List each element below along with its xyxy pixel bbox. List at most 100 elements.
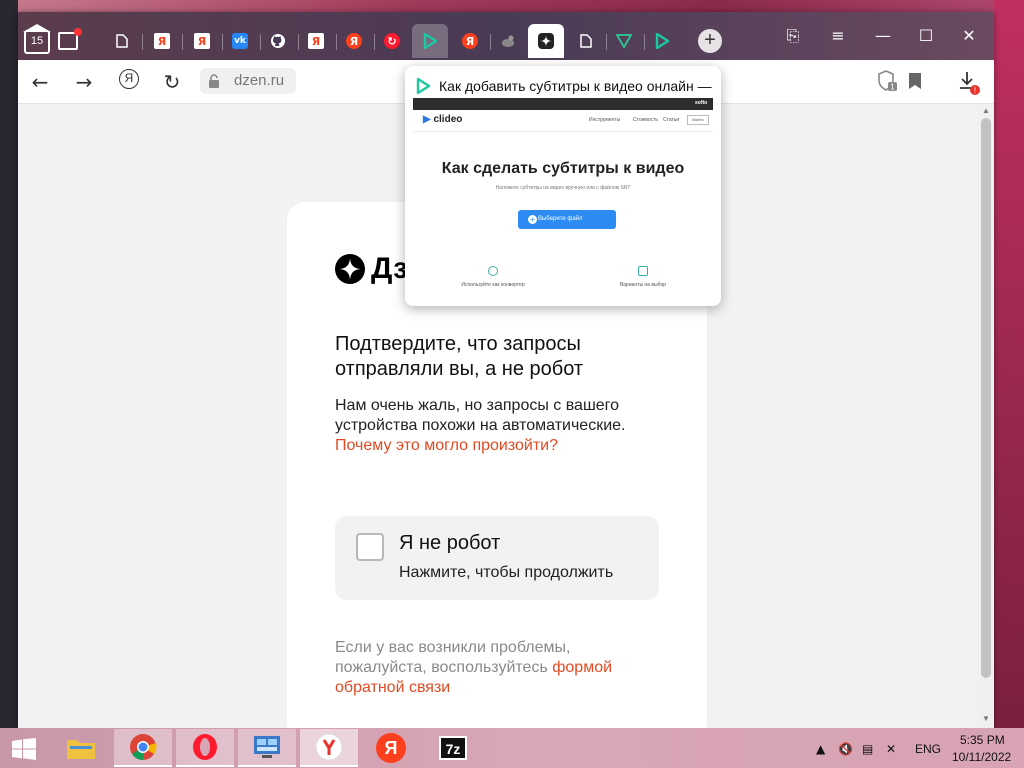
download-icon[interactable]: !: [958, 70, 980, 96]
browser-window: 15 Я Я vk Я Я ↻ Я + ⎘ ≡ — ☐ ✕ ← → Я ↻ dz…: [18, 12, 994, 728]
lock-icon: [209, 74, 219, 88]
close-button[interactable]: ✕: [949, 22, 989, 50]
tab-dzen-active[interactable]: [528, 24, 564, 58]
tab-github[interactable]: [260, 24, 296, 58]
clock-date[interactable]: 10/11/2022: [952, 750, 1011, 764]
preview-thumbnail: softo ▶ clideo Инструменты Стоимость Ста…: [413, 98, 713, 298]
download-badge: !: [974, 86, 976, 95]
language-indicator[interactable]: ENG: [915, 742, 941, 756]
support-text: Если у вас возникли проблемы, пожалуйста…: [335, 638, 635, 698]
play-icon: [422, 33, 438, 49]
yandex-icon: Я: [462, 33, 478, 49]
svg-text:1: 1: [890, 83, 895, 92]
github-icon: [270, 33, 286, 49]
tab-clideo[interactable]: [644, 24, 680, 58]
clock-time[interactable]: 5:35 PM: [960, 733, 1005, 747]
network-icon[interactable]: ▤: [862, 742, 873, 756]
tab-document-2[interactable]: [568, 24, 604, 58]
yandex-browser-icon: [315, 733, 343, 761]
thumbnail-feature-right: Варианты на выбор: [588, 266, 698, 288]
yandex-icon: Я: [346, 33, 362, 49]
yandex-icon: Я: [194, 33, 210, 49]
scroll-thumb[interactable]: [981, 118, 991, 678]
notification-alert-icon[interactable]: ✕: [886, 742, 896, 756]
thumbnail-choose-file-button: + Выберите файл: [518, 210, 616, 229]
tab-vk[interactable]: vk: [222, 24, 258, 58]
protect-shield-icon[interactable]: 1: [878, 70, 898, 92]
taskbar: Я 7z ▲ 🔇 ▤ ✕ ENG 5:35 PM 10/11/2022: [0, 728, 1024, 768]
page-title: Подтвердите, что запросы отправляли вы, …: [335, 333, 584, 380]
v-icon: [616, 33, 632, 49]
support-body: Если у вас возникли проблемы, пожалуйста…: [335, 639, 571, 676]
notification-dot: [74, 28, 82, 36]
thumbnail-headline: Как сделать субтитры к видео: [441, 160, 685, 177]
maximize-button[interactable]: ☐: [906, 22, 946, 50]
address-text: dzen.ru: [234, 72, 285, 89]
star-icon: [538, 33, 554, 49]
page-scrollbar[interactable]: ▲ ▼: [978, 104, 994, 728]
tab-preview-popup[interactable]: Как добавить субтитры к видео онлайн — C…: [405, 66, 721, 306]
explanation-body: Нам очень жаль, но запросы с вашего устр…: [335, 397, 626, 434]
scroll-down-arrow[interactable]: ▼: [981, 714, 991, 724]
minimize-button[interactable]: —: [863, 22, 903, 50]
explanation-text: Нам очень жаль, но запросы с вашего устр…: [335, 396, 635, 456]
thumbnail-topbar: softo: [413, 98, 713, 110]
taskbar-file-explorer[interactable]: [52, 729, 110, 767]
tray-expand-icon[interactable]: ▲: [816, 742, 825, 756]
windows-start-icon[interactable]: [10, 738, 38, 760]
reload-button[interactable]: ↻: [158, 68, 186, 96]
forward-button[interactable]: →: [70, 68, 98, 96]
taskbar-opera[interactable]: [176, 729, 234, 767]
taskbar-7zip[interactable]: 7z: [424, 729, 482, 767]
tab-clideo-hover[interactable]: [412, 24, 448, 58]
play-icon: [654, 33, 670, 49]
yandex-icon: Я: [376, 733, 406, 763]
preview-title: Как добавить субтитры к видео онлайн — C…: [439, 78, 715, 94]
captcha-checkbox-area[interactable]: Я не робот Нажмите, чтобы продолжить: [335, 516, 659, 600]
taskbar-yandex-browser[interactable]: [300, 729, 358, 767]
control-panel-icon: [254, 736, 280, 758]
tab-count: 15: [30, 35, 44, 47]
scroll-up-arrow[interactable]: ▲: [981, 106, 991, 116]
tab-counter-button[interactable]: 15: [23, 24, 51, 54]
taskbar-control-panel[interactable]: [238, 729, 296, 767]
bookmarks-panel-icon[interactable]: ⎘: [773, 22, 813, 50]
chrome-icon: [130, 734, 157, 761]
opera-icon: [193, 734, 217, 760]
address-bar[interactable]: dzen.ru: [200, 68, 296, 94]
bird-icon: [500, 33, 516, 49]
tab-bar: 15 Я Я vk Я Я ↻ Я + ⎘ ≡ — ☐ ✕: [18, 12, 994, 60]
volume-muted-icon[interactable]: 🔇: [838, 742, 853, 756]
tab-v[interactable]: [606, 24, 642, 58]
why-link[interactable]: Почему это могло произойти?: [335, 437, 558, 454]
new-tab-group-button[interactable]: [58, 28, 82, 50]
not-robot-checkbox[interactable]: [356, 533, 384, 561]
background-window-edge: [0, 0, 18, 728]
menu-icon[interactable]: ≡: [818, 22, 858, 50]
tab-yandex-2[interactable]: Я: [184, 24, 220, 58]
tab-yandex-4[interactable]: Я: [336, 24, 372, 58]
new-tab-button[interactable]: +: [698, 29, 722, 53]
thumbnail-feature-left: Используйте как конвертер: [438, 266, 548, 288]
tab-yandex-3[interactable]: Я: [298, 24, 334, 58]
play-icon: [416, 78, 431, 94]
bookmark-icon[interactable]: [908, 72, 922, 90]
document-icon: [578, 33, 594, 49]
tab-document[interactable]: [104, 24, 140, 58]
7zip-icon: 7z: [439, 736, 467, 760]
tab-yandex-5[interactable]: Я: [452, 24, 488, 58]
yandex-home-button[interactable]: Я: [119, 69, 139, 89]
taskbar-chrome[interactable]: [114, 729, 172, 767]
dzen-logo-icon: [335, 254, 365, 284]
back-button[interactable]: ←: [26, 68, 54, 96]
tab-bird[interactable]: [490, 24, 526, 58]
taskbar-yandex[interactable]: Я: [362, 729, 420, 767]
clideo-logo: ▶ clideo: [423, 114, 463, 125]
vk-icon: vk: [232, 33, 248, 49]
thumbnail-nav: ▶ clideo Инструменты Стоимость Статьи Во…: [413, 110, 713, 132]
tab-yandex-1[interactable]: Я: [144, 24, 180, 58]
folder-icon: [67, 740, 95, 759]
tab-opera[interactable]: ↻: [374, 24, 410, 58]
thumbnail-subline: Наложите субтитры на видео вручную или с…: [495, 185, 631, 191]
yandex-icon: Я: [154, 33, 170, 49]
